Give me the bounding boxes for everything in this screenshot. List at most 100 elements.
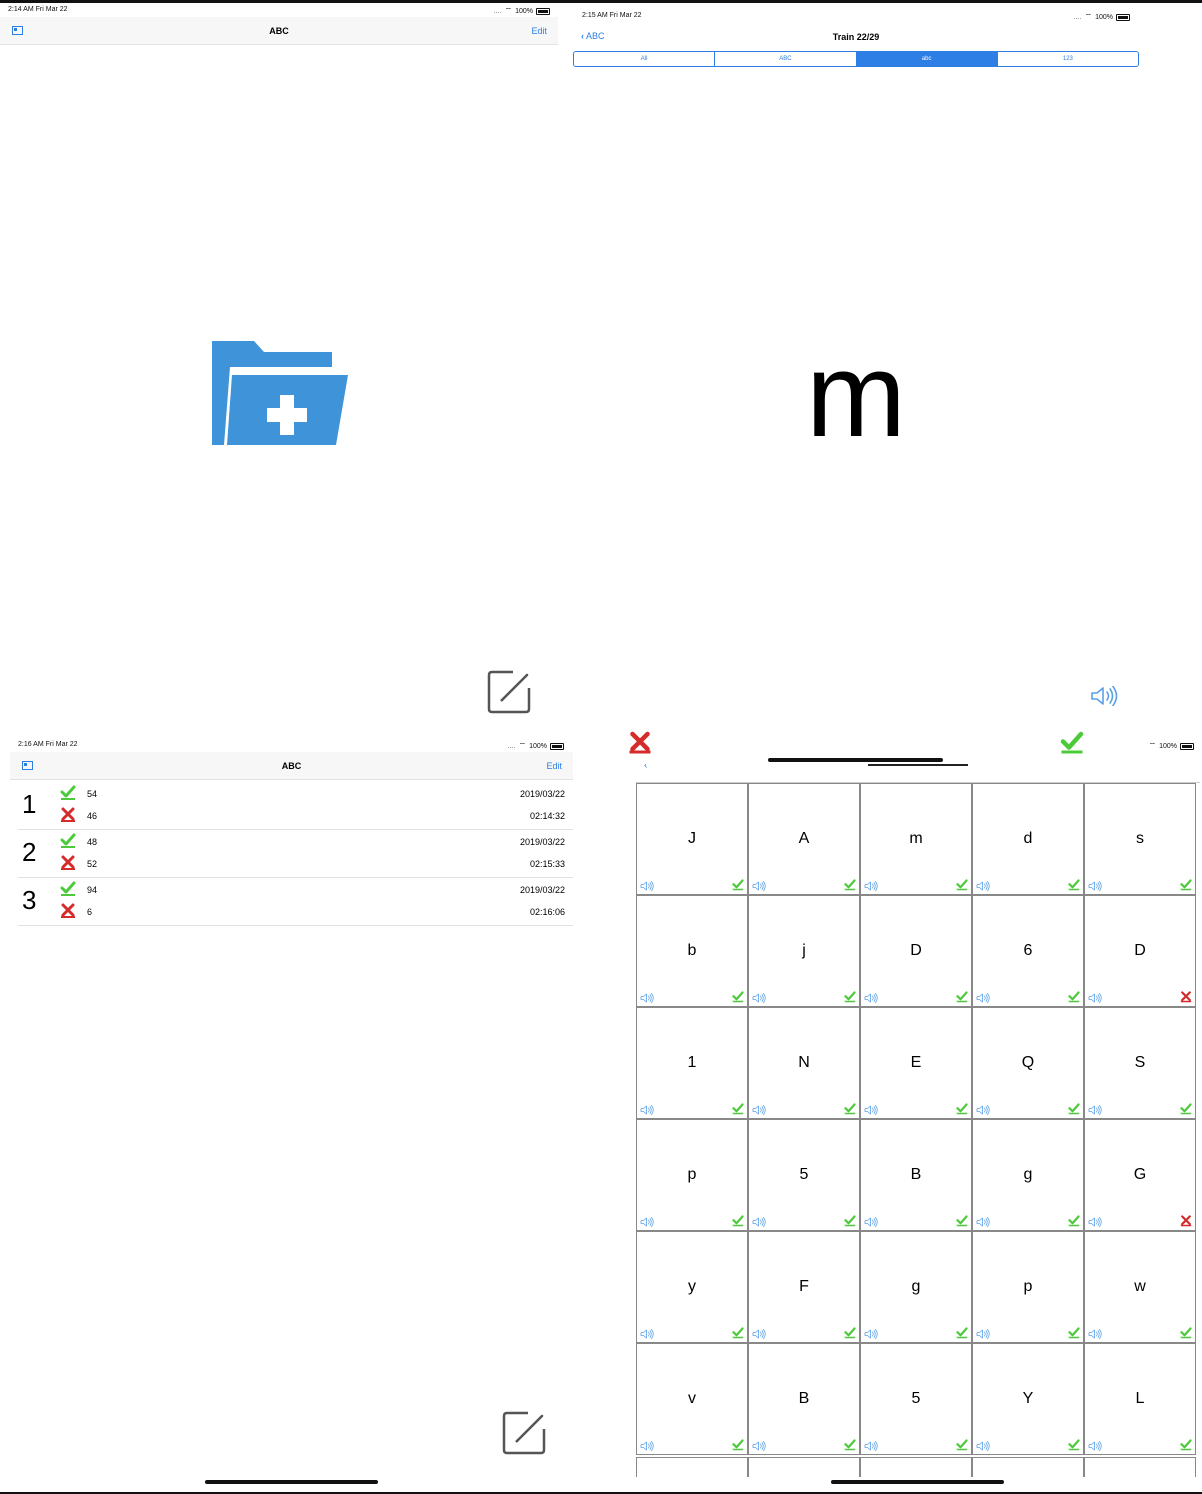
row-time: 02:14:32 xyxy=(529,811,565,821)
clipped-title xyxy=(868,764,968,766)
status-bar: 2:15 AM Fri Mar 22 .... ⌔ 100% xyxy=(582,12,1130,22)
speaker-icon[interactable] xyxy=(752,1329,766,1339)
grid-letter: Q xyxy=(1021,1054,1035,1071)
grid-letter: B xyxy=(910,1166,922,1183)
status-time: 2:14 AM Fri Mar 22 xyxy=(8,6,68,13)
edit-button[interactable]: Edit xyxy=(546,761,562,771)
grid-cell[interactable]: m xyxy=(860,783,972,895)
speaker-icon[interactable] xyxy=(976,1105,990,1115)
speaker-icon[interactable] xyxy=(752,1105,766,1115)
segment-all[interactable]: All xyxy=(574,52,716,66)
grid-cell[interactable]: 6 xyxy=(972,895,1084,1007)
edit-button[interactable]: Edit xyxy=(531,26,547,36)
list-item[interactable]: 1 54 46 2019/03/22 02:14:32 xyxy=(18,781,573,830)
wifi-icon: ⌔ xyxy=(1084,12,1093,21)
segment-numbers[interactable]: 123 xyxy=(998,52,1138,66)
grid-cell[interactable]: g xyxy=(972,1119,1084,1231)
grid-cell[interactable]: D xyxy=(1084,895,1196,1007)
grid-cell[interactable]: F xyxy=(748,1231,860,1343)
compose-icon[interactable] xyxy=(487,670,531,714)
speaker-icon[interactable] xyxy=(976,1217,990,1227)
status-bar: 2:14 AM Fri Mar 22 .... ⌔ 100% xyxy=(8,6,550,16)
grid-cell[interactable]: d xyxy=(972,783,1084,895)
chevron-left-icon[interactable]: ‹ xyxy=(644,764,647,771)
segmented-control: All ABC abc 123 xyxy=(573,51,1139,67)
check-icon xyxy=(732,1103,744,1115)
nav-bar: ‹ ABC Train 22/29 xyxy=(573,24,1139,48)
speaker-icon[interactable] xyxy=(976,1329,990,1339)
speaker-icon[interactable] xyxy=(864,993,878,1003)
wrong-count: 52 xyxy=(87,859,98,869)
segment-lowercase[interactable]: abc xyxy=(856,52,998,66)
check-icon xyxy=(844,1439,856,1451)
speaker-icon[interactable] xyxy=(640,1441,654,1451)
grid-cell[interactable]: y xyxy=(636,1231,748,1343)
folder-add-icon[interactable] xyxy=(210,338,350,446)
speaker-icon[interactable] xyxy=(640,1217,654,1227)
grid-cell[interactable]: j xyxy=(748,895,860,1007)
grid-cell[interactable]: Y xyxy=(972,1343,1084,1455)
grid-letter: Y xyxy=(1022,1390,1034,1407)
speaker-icon[interactable] xyxy=(640,881,654,891)
speaker-icon[interactable] xyxy=(864,1329,878,1339)
grid-cell[interactable]: B xyxy=(748,1343,860,1455)
speaker-icon[interactable] xyxy=(1090,686,1118,706)
speaker-icon[interactable] xyxy=(1088,881,1102,891)
speaker-icon[interactable] xyxy=(864,881,878,891)
speaker-icon[interactable] xyxy=(976,1441,990,1451)
speaker-icon[interactable] xyxy=(752,1217,766,1227)
grid-cell[interactable]: A xyxy=(748,783,860,895)
grid-cell[interactable]: p xyxy=(972,1231,1084,1343)
grid-cell[interactable]: J xyxy=(636,783,748,895)
grid-cell[interactable]: N xyxy=(748,1007,860,1119)
speaker-icon[interactable] xyxy=(752,993,766,1003)
segment-uppercase[interactable]: ABC xyxy=(715,52,857,66)
grid-cell-partial xyxy=(860,1457,972,1477)
grid-cell[interactable]: 5 xyxy=(860,1343,972,1455)
grid-cell[interactable]: 1 xyxy=(636,1007,748,1119)
wrong-button[interactable] xyxy=(628,731,652,755)
correct-button[interactable] xyxy=(1060,731,1084,755)
grid-cell[interactable]: Q xyxy=(972,1007,1084,1119)
speaker-icon[interactable] xyxy=(1088,1217,1102,1227)
battery-percent: 100% xyxy=(1159,742,1177,750)
grid-cell[interactable]: L xyxy=(1084,1343,1196,1455)
grid-cell-partial xyxy=(748,1457,860,1477)
list-item[interactable]: 2 48 52 2019/03/22 02:15:33 xyxy=(18,829,573,878)
speaker-icon[interactable] xyxy=(976,881,990,891)
speaker-icon[interactable] xyxy=(1088,1105,1102,1115)
grid-cell[interactable]: D xyxy=(860,895,972,1007)
grid-letter: s xyxy=(1136,830,1144,847)
check-icon xyxy=(732,991,744,1003)
grid-cell[interactable]: v xyxy=(636,1343,748,1455)
check-icon xyxy=(844,1215,856,1227)
grid-cell[interactable]: S xyxy=(1084,1007,1196,1119)
speaker-icon[interactable] xyxy=(640,993,654,1003)
grid-cell[interactable]: E xyxy=(860,1007,972,1119)
speaker-icon[interactable] xyxy=(1088,1441,1102,1451)
speaker-icon[interactable] xyxy=(752,1441,766,1451)
grid-cell[interactable]: B xyxy=(860,1119,972,1231)
grid-cell[interactable]: G xyxy=(1084,1119,1196,1231)
list-item[interactable]: 3 94 6 2019/03/22 02:16:06 xyxy=(18,877,573,926)
grid-cell[interactable]: w xyxy=(1084,1231,1196,1343)
speaker-icon[interactable] xyxy=(864,1105,878,1115)
grid-letter: A xyxy=(798,830,810,847)
grid-cell[interactable]: s xyxy=(1084,783,1196,895)
speaker-icon[interactable] xyxy=(640,1329,654,1339)
speaker-icon[interactable] xyxy=(864,1217,878,1227)
check-icon xyxy=(844,879,856,891)
compose-icon[interactable] xyxy=(502,1411,546,1455)
signal-icon: .... xyxy=(493,7,502,15)
grid-cell[interactable]: g xyxy=(860,1231,972,1343)
speaker-icon[interactable] xyxy=(752,881,766,891)
grid-cell[interactable]: b xyxy=(636,895,748,1007)
grid-cell[interactable]: 5 xyxy=(748,1119,860,1231)
speaker-icon[interactable] xyxy=(1088,1329,1102,1339)
speaker-icon[interactable] xyxy=(976,993,990,1003)
speaker-icon[interactable] xyxy=(640,1105,654,1115)
grid-letter: p xyxy=(687,1166,697,1183)
speaker-icon[interactable] xyxy=(864,1441,878,1451)
speaker-icon[interactable] xyxy=(1088,993,1102,1003)
grid-cell[interactable]: p xyxy=(636,1119,748,1231)
